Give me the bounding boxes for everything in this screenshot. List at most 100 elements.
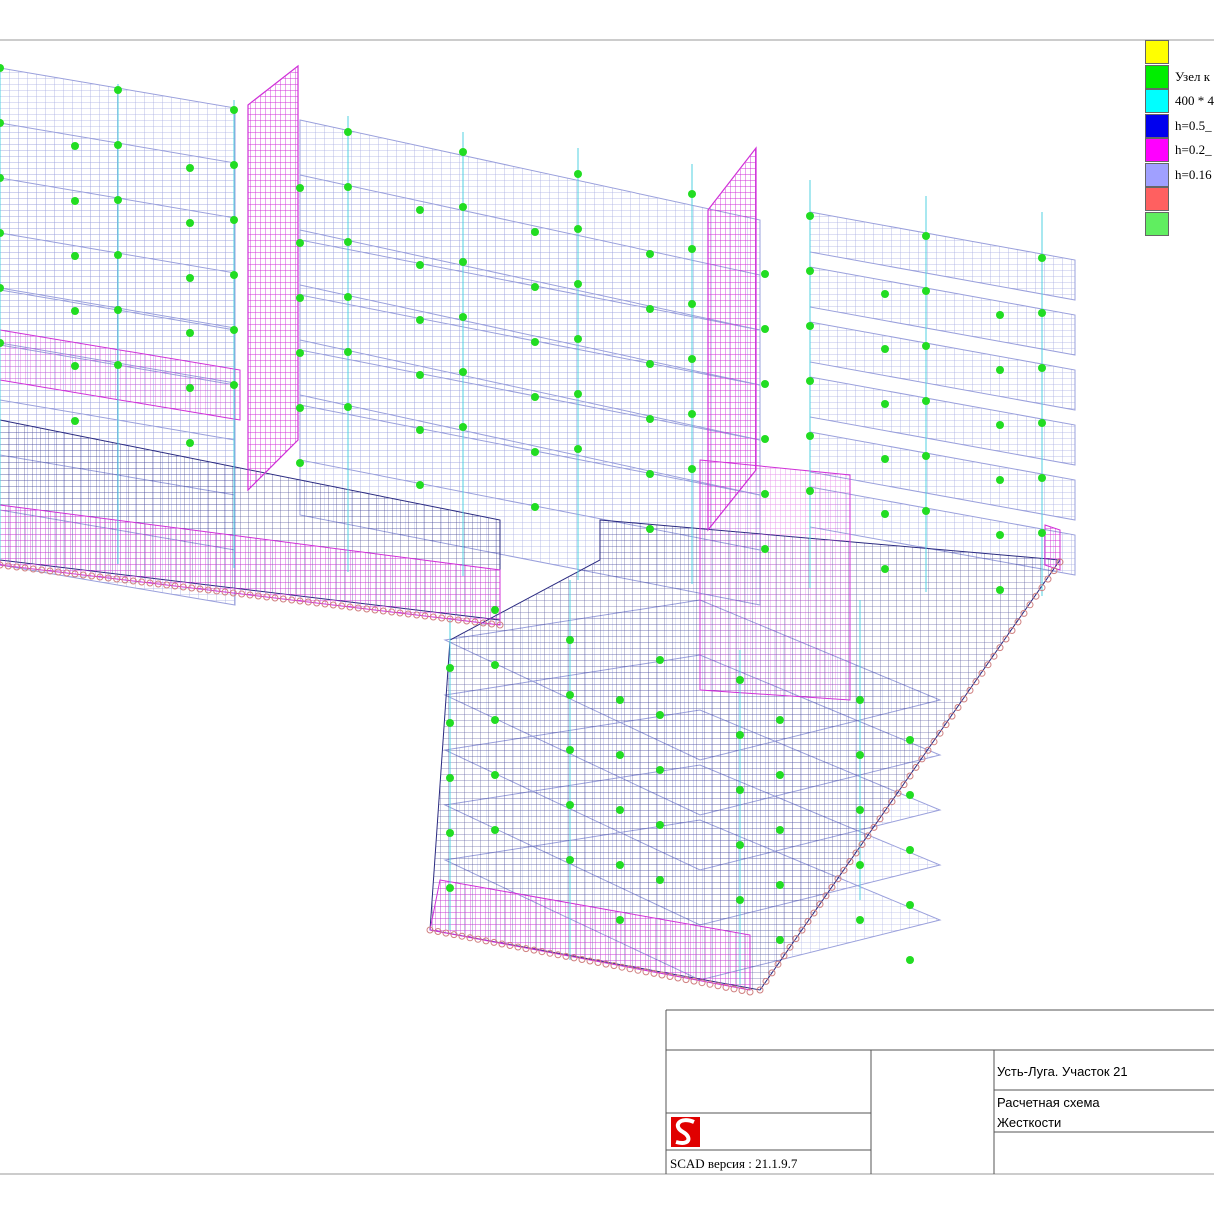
legend-row: h=0.16 — [1145, 162, 1214, 187]
node — [1038, 529, 1046, 537]
node — [186, 384, 194, 392]
node — [296, 404, 304, 412]
node — [806, 377, 814, 385]
node — [459, 313, 467, 321]
node — [656, 821, 664, 829]
node — [446, 829, 454, 837]
node — [491, 606, 499, 614]
node — [296, 349, 304, 357]
node — [446, 774, 454, 782]
node — [416, 426, 424, 434]
node — [416, 371, 424, 379]
title-block — [665, 1009, 1214, 1174]
node — [881, 290, 889, 298]
node — [531, 393, 539, 401]
node — [996, 421, 1004, 429]
legend-swatch — [1145, 211, 1169, 236]
legend-label: 400 * 4 — [1175, 93, 1214, 108]
node — [416, 481, 424, 489]
node — [922, 507, 930, 515]
node — [922, 452, 930, 460]
node — [646, 415, 654, 423]
legend-swatch — [1145, 138, 1169, 162]
node — [114, 196, 122, 204]
legend-label: Узел к — [1175, 68, 1211, 84]
node — [656, 876, 664, 884]
node — [491, 716, 499, 724]
node — [646, 360, 654, 368]
node — [761, 435, 769, 443]
node — [230, 106, 238, 114]
node — [922, 232, 930, 240]
node — [906, 901, 914, 909]
node — [881, 565, 889, 573]
node — [71, 197, 79, 205]
node — [566, 691, 574, 699]
legend-label: h=0.2_ — [1175, 142, 1212, 157]
node — [646, 470, 654, 478]
node — [856, 751, 864, 759]
drawing-title-line2: Жесткости — [997, 1115, 1062, 1130]
node — [922, 342, 930, 350]
node — [881, 400, 889, 408]
node — [616, 916, 624, 924]
node — [806, 487, 814, 495]
node — [1038, 364, 1046, 372]
node — [296, 184, 304, 192]
node — [761, 545, 769, 553]
node — [761, 490, 769, 498]
node — [736, 731, 744, 739]
legend-swatch — [1145, 89, 1169, 113]
shear-wall-west — [247, 64, 299, 492]
node — [761, 325, 769, 333]
node — [688, 245, 696, 253]
node — [574, 335, 582, 343]
node — [996, 476, 1004, 484]
node — [574, 280, 582, 288]
node — [114, 306, 122, 314]
node — [1038, 419, 1046, 427]
legend-row — [1145, 40, 1214, 64]
node — [71, 142, 79, 150]
node — [186, 274, 194, 282]
legend-label: h=0.5_ — [1175, 117, 1212, 133]
node — [531, 448, 539, 456]
node — [230, 381, 238, 389]
node — [186, 219, 194, 227]
node — [881, 510, 889, 518]
node — [996, 311, 1004, 319]
node — [344, 293, 352, 301]
node — [646, 525, 654, 533]
node — [616, 806, 624, 814]
node — [531, 228, 539, 236]
node — [656, 711, 664, 719]
node — [446, 719, 454, 727]
node — [736, 676, 744, 684]
node — [296, 459, 304, 467]
model-viewport[interactable] — [0, 0, 1214, 1214]
node — [230, 216, 238, 224]
node — [296, 239, 304, 247]
node — [881, 345, 889, 353]
node — [566, 636, 574, 644]
node — [776, 936, 784, 944]
node — [806, 267, 814, 275]
node — [186, 329, 194, 337]
node — [446, 884, 454, 892]
node — [1038, 474, 1046, 482]
node — [646, 305, 654, 313]
node — [566, 856, 574, 864]
node — [736, 896, 744, 904]
node — [616, 861, 624, 869]
node — [230, 271, 238, 279]
node — [906, 956, 914, 964]
node — [688, 410, 696, 418]
node — [761, 380, 769, 388]
node — [344, 128, 352, 136]
node — [856, 696, 864, 704]
node — [688, 300, 696, 308]
node — [574, 445, 582, 453]
node — [531, 338, 539, 346]
node — [881, 455, 889, 463]
legend-swatch — [1145, 162, 1169, 187]
